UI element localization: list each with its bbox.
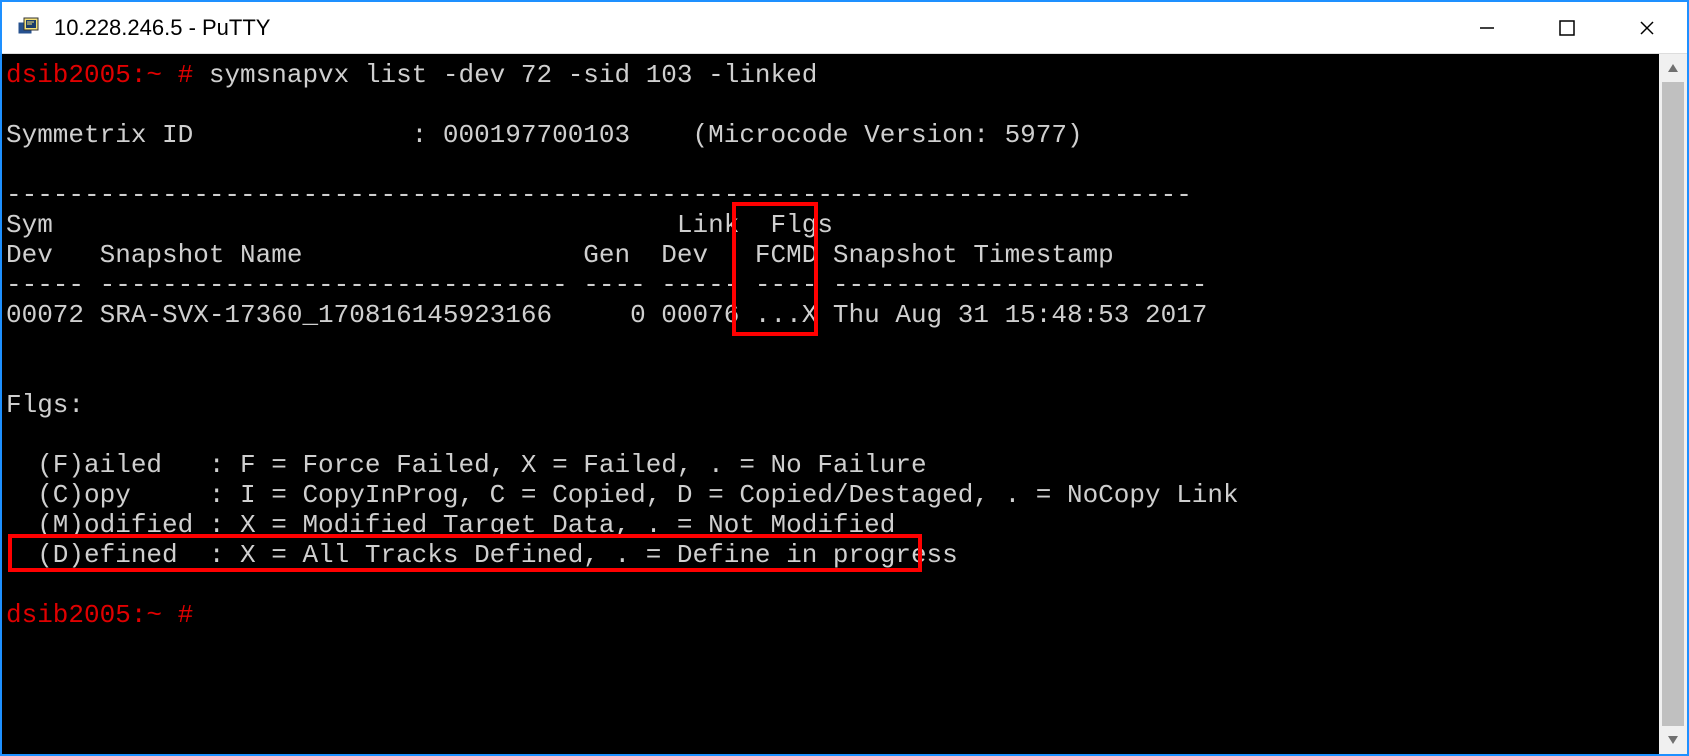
symmetrix-id-line: Symmetrix ID : 000197700103 (Microcode V… xyxy=(6,120,1083,150)
putty-window: 10.228.246.5 - PuTTY dsib2005:~ # symsna… xyxy=(0,0,1689,756)
legend-modified: (M)odified : X = Modified Target Data, .… xyxy=(6,510,895,540)
table-header-sep: ----- ------------------------------ ---… xyxy=(6,270,1207,300)
scroll-track[interactable] xyxy=(1659,82,1687,726)
legend-copy: (C)opy : I = CopyInProg, C = Copied, D =… xyxy=(6,480,1239,510)
command-text: symsnapvx list -dev 72 -sid 103 -linked xyxy=(193,60,817,90)
scroll-thumb[interactable] xyxy=(1662,82,1684,726)
prompt-text: dsib2005:~ # xyxy=(6,60,193,90)
close-button[interactable] xyxy=(1607,2,1687,54)
titlebar[interactable]: 10.228.246.5 - PuTTY xyxy=(2,2,1687,54)
scroll-up-icon[interactable] xyxy=(1659,54,1687,82)
putty-icon xyxy=(16,16,40,40)
legend-failed: (F)ailed : F = Force Failed, X = Failed,… xyxy=(6,450,927,480)
maximize-button[interactable] xyxy=(1527,2,1607,54)
table-header-1: Sym Link Flgs xyxy=(6,210,833,240)
flgs-label: Flgs: xyxy=(6,390,84,420)
terminal[interactable]: dsib2005:~ # symsnapvx list -dev 72 -sid… xyxy=(2,54,1659,754)
window-title: 10.228.246.5 - PuTTY xyxy=(54,15,270,41)
scrollbar[interactable] xyxy=(1659,54,1687,754)
scroll-down-icon[interactable] xyxy=(1659,726,1687,754)
table-row: 00072 SRA-SVX-17360_170816145923166 0 00… xyxy=(6,300,1207,330)
separator-line: ----------------------------------------… xyxy=(6,180,1192,210)
prompt-text-2: dsib2005:~ # xyxy=(6,600,193,630)
table-header-2: Dev Snapshot Name Gen Dev FCMD Snapshot … xyxy=(6,240,1114,270)
minimize-button[interactable] xyxy=(1447,2,1527,54)
legend-defined: (D)efined : X = All Tracks Defined, . = … xyxy=(6,540,958,570)
client-area: dsib2005:~ # symsnapvx list -dev 72 -sid… xyxy=(2,54,1687,754)
